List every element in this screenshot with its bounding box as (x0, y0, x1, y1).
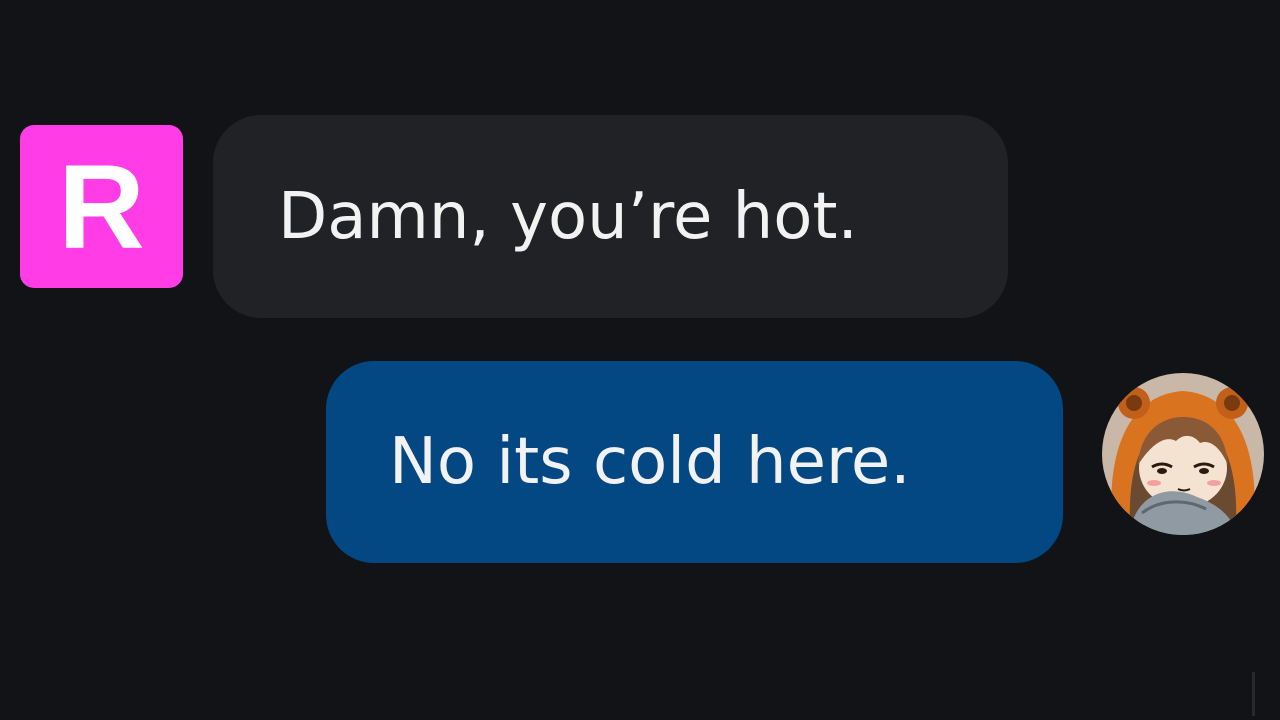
edge-divider (1252, 672, 1255, 716)
incoming-message-text: Damn, you’re hot. (278, 179, 858, 254)
outgoing-message-bubble[interactable]: No its cold here. (326, 361, 1063, 563)
user-avatar-icon[interactable] (1102, 373, 1264, 535)
incoming-message-bubble[interactable]: Damn, you’re hot. (213, 115, 1008, 318)
outgoing-message-text: No its cold here. (389, 425, 911, 499)
anime-girl-hood-avatar-icon (1102, 373, 1264, 535)
chat-thread: R Damn, you’re hot. No its cold here. (0, 0, 1280, 720)
sender-avatar-r[interactable]: R (20, 125, 183, 288)
